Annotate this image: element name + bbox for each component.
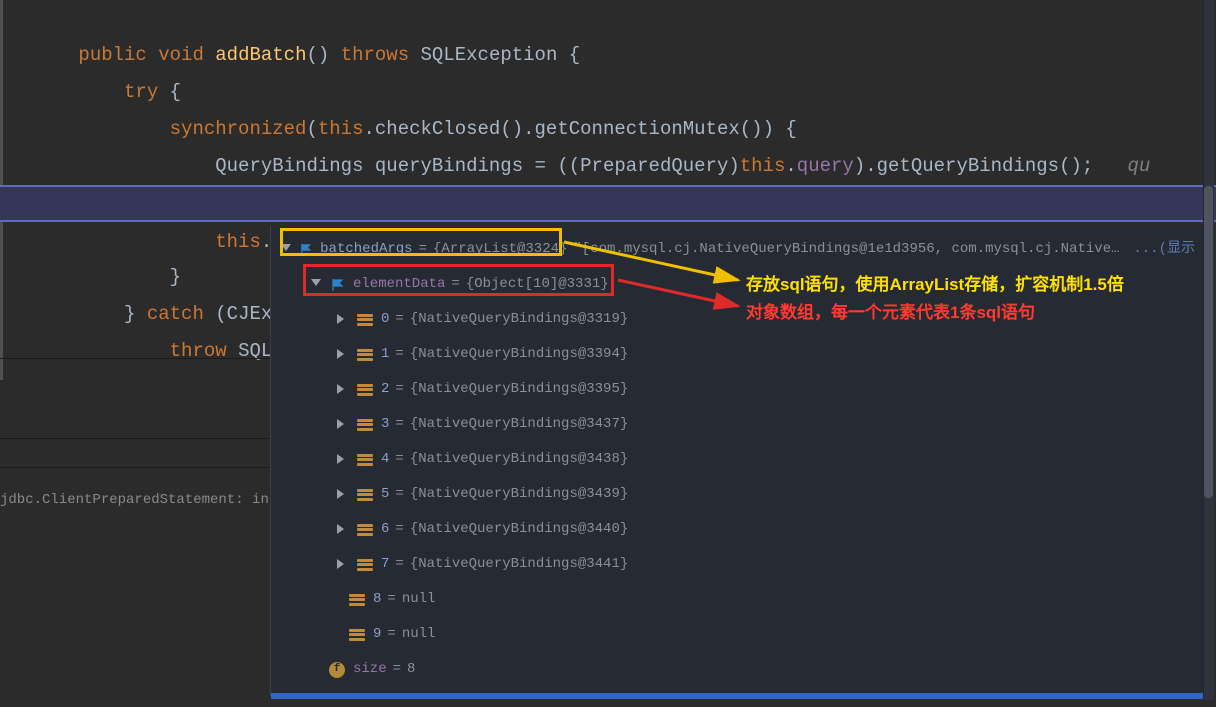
separator	[0, 358, 280, 359]
equals: =	[393, 652, 401, 687]
equals: =	[387, 617, 395, 652]
tree-row-array-item[interactable]: 1={NativeQueryBindings@3394}	[281, 337, 1195, 372]
variable-value: {NativeQueryBindings@3394}	[410, 337, 628, 372]
vertical-scrollbar[interactable]	[1203, 0, 1214, 700]
tree-row-batchedArgs[interactable]: batchedArgs = {ArrayList@3324} "[com.mys…	[281, 232, 1195, 267]
tree-row-array-item[interactable]: 9=null	[281, 617, 1195, 652]
equals: =	[451, 267, 459, 302]
array-element-icon	[357, 454, 373, 466]
tree-row-array-item[interactable]: 5={NativeQueryBindings@3439}	[281, 477, 1195, 512]
array-element-icon	[357, 489, 373, 501]
flag-icon	[300, 243, 312, 257]
annotation-red: 对象数组，每一个元素代表1条sql语句	[746, 298, 1035, 323]
variable-value: {NativeQueryBindings@3437}	[410, 407, 628, 442]
chevron-right-icon[interactable]	[337, 314, 349, 326]
scrollbar-thumb[interactable]	[1204, 186, 1213, 498]
equals: =	[395, 302, 403, 337]
array-index: 4	[381, 442, 389, 477]
array-index: 0	[381, 302, 389, 337]
separator	[0, 438, 280, 439]
field-icon: f	[329, 662, 345, 678]
chevron-right-icon[interactable]	[337, 349, 349, 361]
tree-row-size[interactable]: f size = 8	[281, 652, 1195, 687]
code-line-current[interactable]: this.query.addBatch(queryBindings.clone(…	[0, 185, 1216, 222]
equals: =	[395, 512, 403, 547]
code-line[interactable]: queryBindings.checkAllParametersSet();	[0, 148, 1216, 185]
chevron-right-icon[interactable]	[337, 489, 349, 501]
variable-name: elementData	[353, 267, 445, 302]
array-index: 6	[381, 512, 389, 547]
tree-row-array-item[interactable]: 6={NativeQueryBindings@3440}	[281, 512, 1195, 547]
variable-name: batchedArgs	[320, 232, 412, 267]
equals: =	[387, 582, 395, 617]
variable-value: {NativeQueryBindings@3438}	[410, 442, 628, 477]
equals: =	[395, 337, 403, 372]
array-index: 9	[373, 617, 381, 652]
annotation-yellow: 存放sql语句，使用ArrayList存储，扩容机制1.5倍	[746, 270, 1124, 295]
tree-row-array-item[interactable]: 8=null	[281, 582, 1195, 617]
array-index: 2	[381, 372, 389, 407]
equals: =	[395, 407, 403, 442]
array-index: 3	[381, 407, 389, 442]
chevron-right-icon[interactable]	[337, 454, 349, 466]
variable-value: {NativeQueryBindings@3319}	[410, 302, 628, 337]
equals: =	[419, 232, 427, 267]
chevron-right-icon[interactable]	[337, 524, 349, 536]
tree-row-array-item[interactable]: 7={NativeQueryBindings@3441}	[281, 547, 1195, 582]
tree-row-array-item[interactable]: 0={NativeQueryBindings@3319}	[281, 302, 1195, 337]
chevron-down-icon[interactable]	[311, 279, 323, 291]
variable-value: {NativeQueryBindings@3439}	[410, 477, 628, 512]
array-index: 5	[381, 477, 389, 512]
separator	[0, 467, 280, 468]
variable-string: "[com.mysql.cj.NativeQueryBindings@1e1d3…	[573, 232, 1127, 267]
array-element-icon	[349, 629, 365, 641]
equals: =	[395, 547, 403, 582]
variable-value: null	[402, 582, 436, 617]
code-line[interactable]: try {	[0, 37, 1216, 74]
code-line[interactable]: public void addBatch() throws SQLExcepti…	[0, 0, 1216, 37]
array-index: 8	[373, 582, 381, 617]
chevron-right-icon[interactable]	[337, 419, 349, 431]
console-fragment: jdbc.ClientPreparedStatement: ins	[0, 492, 280, 508]
array-index: 1	[381, 337, 389, 372]
variable-name: size	[353, 652, 387, 687]
variable-value: {NativeQueryBindings@3441}	[410, 547, 628, 582]
variable-value: 8	[407, 652, 415, 687]
tree-row-array-item[interactable]: 4={NativeQueryBindings@3438}	[281, 442, 1195, 477]
code-line[interactable]: synchronized(this.checkClosed().getConne…	[0, 74, 1216, 111]
array-element-icon	[357, 384, 373, 396]
tree-row-array-item[interactable]: 2={NativeQueryBindings@3395}	[281, 372, 1195, 407]
equals: =	[395, 477, 403, 512]
equals: =	[395, 442, 403, 477]
variable-value: {NativeQueryBindings@3395}	[410, 372, 628, 407]
editor-root: public void addBatch() throws SQLExcepti…	[0, 0, 1216, 707]
variables-tree: batchedArgs = {ArrayList@3324} "[com.mys…	[281, 232, 1195, 687]
array-element-icon	[357, 559, 373, 571]
array-element-icon	[357, 349, 373, 361]
array-element-icon	[357, 524, 373, 536]
flag-icon	[331, 278, 345, 292]
chevron-right-icon[interactable]	[337, 384, 349, 396]
array-element-icon	[357, 314, 373, 326]
chevron-down-icon[interactable]	[281, 244, 292, 256]
array-element-icon	[349, 594, 365, 606]
variable-value: {NativeQueryBindings@3440}	[410, 512, 628, 547]
array-element-icon	[357, 419, 373, 431]
variable-value: null	[402, 617, 436, 652]
tree-row-array-item[interactable]: 3={NativeQueryBindings@3437}	[281, 407, 1195, 442]
debugger-variables-panel[interactable]: batchedArgs = {ArrayList@3324} "[com.mys…	[270, 226, 1206, 696]
chevron-right-icon[interactable]	[337, 559, 349, 571]
variable-value: {Object[10]@3331}	[466, 267, 609, 302]
code-line[interactable]: QueryBindings queryBindings = ((Prepared…	[0, 111, 1216, 148]
equals: =	[395, 372, 403, 407]
array-index: 7	[381, 547, 389, 582]
show-more-link[interactable]: ...(显示	[1133, 232, 1195, 267]
variable-value: {ArrayList@3324}	[433, 232, 567, 267]
